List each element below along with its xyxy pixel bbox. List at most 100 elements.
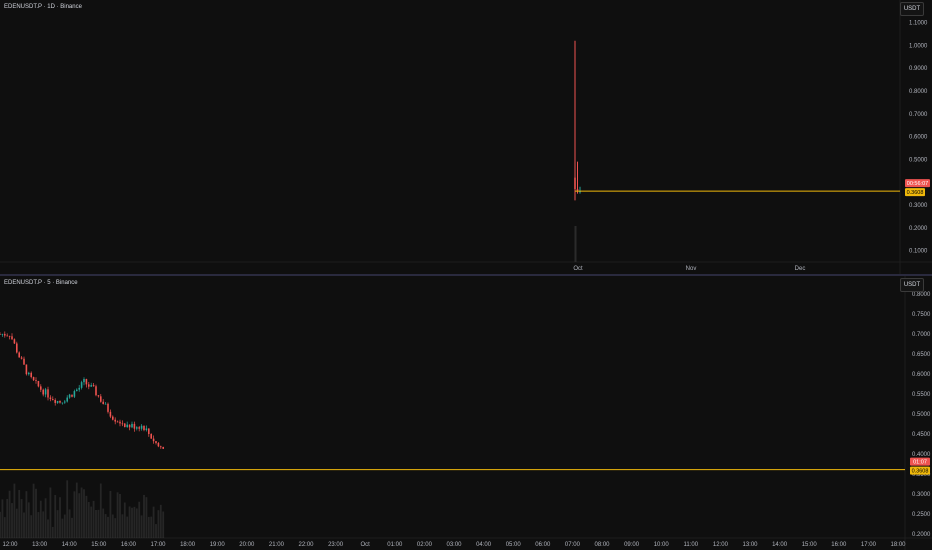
intraday-candle-body (35, 380, 37, 381)
intraday-candle-body (13, 339, 16, 344)
intraday-volume-bar (83, 489, 85, 538)
intraday-volume-bar (162, 511, 165, 538)
intraday-time-label: 18:00 (180, 542, 196, 548)
intraday-price-tick: 0.2000 (912, 532, 931, 538)
intraday-candle-body (152, 438, 155, 442)
intraday-candle-body (107, 403, 109, 412)
intraday-time-label: 13:00 (742, 542, 758, 548)
intraday-volume-bar (90, 506, 93, 538)
intraday-candle-body (131, 423, 133, 428)
intraday-volume-bar (75, 482, 78, 538)
intraday-time-label: 12:00 (2, 542, 18, 548)
intraday-time-label: 14:00 (62, 542, 78, 548)
intraday-time-label: 14:00 (772, 542, 788, 548)
intraday-candle-body (54, 399, 56, 403)
intraday-candle-body (126, 424, 128, 428)
intraday-time-label: Oct (361, 542, 371, 548)
intraday-volume-bar (11, 503, 13, 538)
intraday-volume-bar (140, 515, 143, 538)
intraday-volume-bar (116, 492, 119, 538)
intraday-volume-bar (126, 516, 129, 538)
intraday-unit-button[interactable]: USDT (900, 278, 924, 292)
intraday-price-tick: 0.6000 (912, 372, 931, 378)
daily-price-tick: 0.1000 (909, 249, 928, 255)
intraday-volume-bar (61, 518, 64, 538)
intraday-candle-body (73, 391, 76, 397)
intraday-volume-bar (68, 509, 71, 538)
intraday-volume-bar (157, 510, 160, 538)
daily-price-tick: 1.0000 (909, 43, 928, 49)
intraday-time-label: 01:00 (387, 542, 403, 548)
intraday-symbol-label: EDENUSDT.P · 5 · Binance (4, 280, 78, 286)
intraday-volume-bar (145, 497, 148, 538)
intraday-volume-bar (56, 510, 59, 538)
intraday-candle-body (104, 403, 107, 405)
intraday-volume-bar (20, 499, 23, 538)
intraday-volume-bar (0, 511, 1, 538)
intraday-time-label: 18:00 (890, 542, 906, 548)
intraday-volume-bar (73, 491, 76, 538)
intraday-volume-bar (107, 516, 109, 538)
daily-unit-button[interactable]: USDT (900, 2, 924, 16)
intraday-candle-body (116, 421, 119, 423)
intraday-candle-body (155, 441, 157, 444)
intraday-time-label: 11:00 (684, 542, 699, 548)
intraday-candle-body (160, 446, 162, 448)
intraday-candle-body (44, 389, 47, 395)
intraday-time-label: 20:00 (239, 542, 255, 548)
intraday-candle-body (133, 423, 136, 429)
intraday-candle-body (100, 396, 102, 402)
intraday-candle-body (66, 397, 68, 402)
intraday-candle-body (18, 352, 20, 358)
intraday-volume-bar (54, 495, 57, 538)
intraday-candle-body (68, 394, 71, 398)
intraday-volume-bar (30, 515, 33, 538)
intraday-chart-pane[interactable]: 0.8000 0.7500 0.7000 0.6500 0.6000 0.5500 0.50… (0, 276, 932, 550)
intraday-candle-body (112, 416, 114, 420)
daily-chart-pane[interactable]: 1.1000 1.0000 0.9000 0.8000 0.7000 0.6000 0.50… (0, 0, 932, 274)
intraday-volume-bar (152, 506, 155, 538)
intraday-volume-bar (102, 508, 105, 538)
intraday-candle-body (119, 421, 121, 424)
intraday-candle-body (59, 400, 61, 403)
intraday-candle-body (121, 423, 124, 425)
intraday-candle-body (143, 425, 145, 431)
intraday-candle-body (140, 425, 143, 429)
intraday-candle-body (138, 427, 140, 429)
intraday-time-label: 23:00 (328, 542, 344, 548)
intraday-candle-body (128, 424, 131, 428)
daily-candle-body (574, 177, 576, 190)
intraday-candle-body (56, 400, 59, 403)
intraday-volume-bar (32, 483, 35, 538)
intraday-chart-svg[interactable]: 0.8000 0.7500 0.7000 0.6500 0.6000 0.5500 0.50… (0, 276, 932, 550)
intraday-volume-bar (147, 516, 150, 538)
intraday-volume-group (0, 480, 165, 538)
intraday-volume-bar (8, 490, 11, 538)
daily-volume-bar (574, 226, 577, 262)
intraday-candle-body (90, 385, 92, 387)
intraday-price-tick: 0.4500 (912, 432, 931, 438)
intraday-volume-bar (18, 490, 21, 538)
intraday-volume-bar (44, 498, 47, 538)
intraday-volume-bar (13, 483, 16, 538)
intraday-volume-bar (25, 491, 28, 538)
daily-time-label: Dec (795, 266, 806, 272)
intraday-candle-body (97, 395, 100, 397)
intraday-volume-bar (123, 502, 126, 538)
intraday-volume-bar (6, 498, 9, 538)
daily-chart-svg[interactable]: 1.1000 1.0000 0.9000 0.8000 0.7000 0.6000 0.50… (0, 0, 932, 274)
intraday-volume-bar (111, 514, 114, 538)
intraday-countdown-badge: 01:07 (913, 460, 927, 466)
intraday-volume-bar (138, 501, 141, 538)
intraday-candle-body (78, 387, 80, 390)
intraday-volume-bar (78, 493, 81, 538)
intraday-candle-body (76, 389, 78, 392)
intraday-volume-bar (71, 517, 73, 538)
intraday-time-label: 22:00 (298, 542, 314, 548)
intraday-candle-body (25, 364, 28, 375)
intraday-last-price-badge: 0.3608 (912, 469, 929, 475)
intraday-candle-body (157, 443, 160, 447)
intraday-candle-body (95, 386, 97, 396)
intraday-volume-bar (159, 504, 162, 538)
intraday-candle-body (102, 401, 104, 404)
